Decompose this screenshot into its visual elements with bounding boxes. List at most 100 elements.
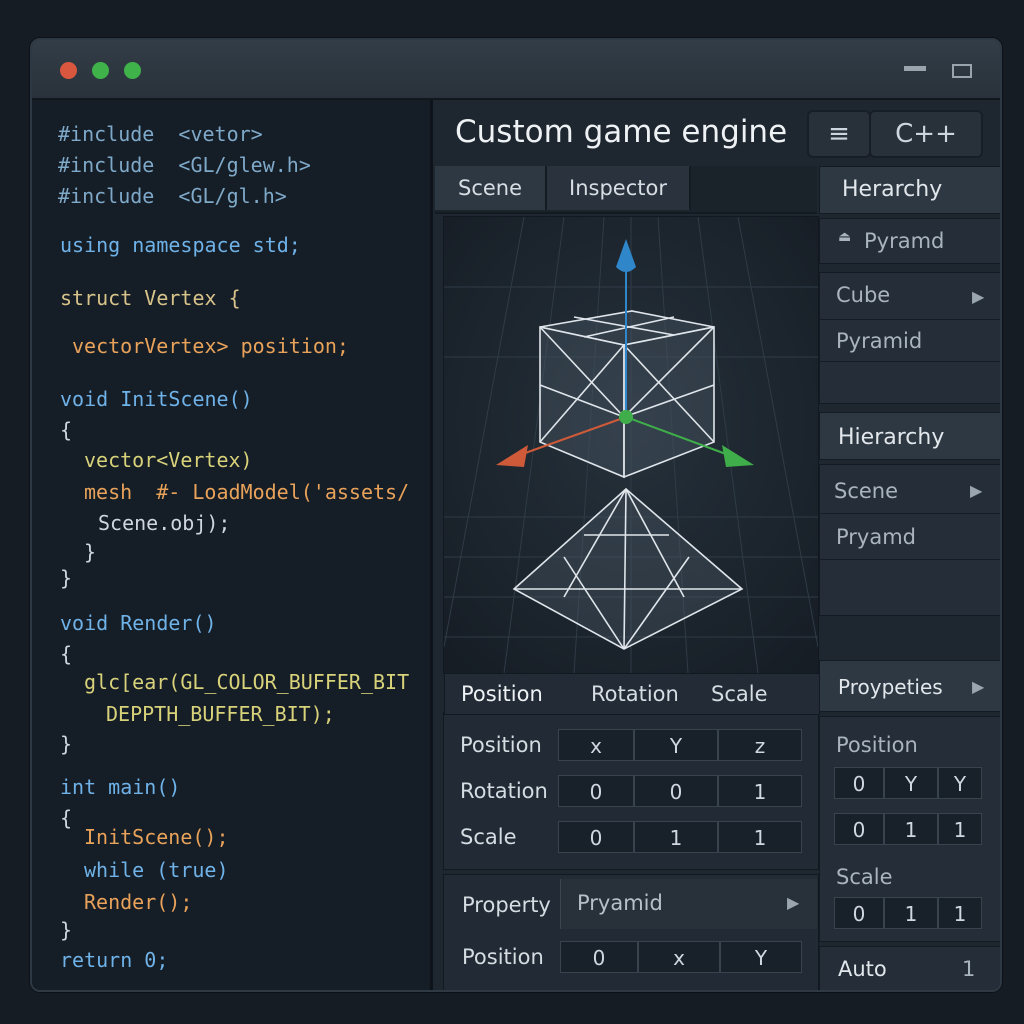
- code-line: {: [60, 806, 73, 830]
- close-window-button[interactable]: [60, 62, 77, 79]
- prop-position-field[interactable]: Y: [720, 941, 802, 973]
- code-line: struct Vertex {: [60, 286, 241, 310]
- maximize-icon[interactable]: [952, 64, 972, 78]
- code-editor[interactable]: #include <vetor> #include <GL/glew.h> #i…: [32, 100, 433, 990]
- sidebar-position-label: Position: [836, 733, 918, 757]
- code-line: {: [60, 642, 73, 666]
- code-line: }: [84, 540, 97, 564]
- tab-inspector[interactable]: Inspector: [547, 166, 691, 210]
- sidebar-field[interactable]: 1: [938, 813, 982, 845]
- rotation-x-field[interactable]: 0: [558, 775, 634, 807]
- sidebar-field[interactable]: 1: [938, 897, 982, 929]
- list-item-pyramid-2[interactable]: Pryamd: [836, 525, 916, 549]
- property-panel: Property Pryamid ▶ Position 0 x Y: [443, 874, 819, 990]
- chevron-right-icon: ▶: [972, 677, 985, 696]
- code-line: {: [60, 418, 73, 442]
- property-label: Property: [462, 893, 551, 917]
- hierarchy-root-label: Pyramd: [864, 229, 945, 253]
- code-line: void InitScene(): [60, 387, 253, 411]
- rotation-z-field[interactable]: 1: [718, 775, 802, 807]
- chevron-right-icon[interactable]: ▶: [972, 287, 984, 306]
- code-line: #include <GL/gl.h>: [58, 184, 287, 208]
- code-line: using namespace std;: [60, 233, 301, 257]
- page-title: Custom game engine: [455, 114, 788, 150]
- code-line: vector<Vertex): [84, 448, 253, 472]
- chevron-right-icon: ▶: [787, 893, 800, 912]
- code-line: glc[ear(GL_COLOR_BUFFER_BIT: [84, 670, 410, 694]
- code-line: DEPPTH_BUFFER_BIT);: [106, 702, 335, 726]
- sidebar-field[interactable]: 0: [834, 767, 884, 799]
- code-line: vectorVertex> position;: [72, 334, 349, 358]
- code-line: while (true): [84, 858, 229, 882]
- editor-window: #include <vetor> #include <GL/glew.h> #i…: [30, 38, 1002, 992]
- code-line: #include <vetor>: [58, 122, 263, 146]
- scene-canvas[interactable]: [444, 217, 818, 673]
- code-line: return 0;: [60, 948, 169, 972]
- sidebar-scale-label: Scale: [836, 865, 893, 889]
- tab-scale[interactable]: Scale: [711, 682, 768, 706]
- code-line: Scene.obj);: [98, 511, 231, 535]
- hierarchy-title-2: Hierarchy: [838, 425, 945, 450]
- rotation-y-field[interactable]: 0: [634, 775, 718, 807]
- sidebar-field[interactable]: 0: [834, 813, 884, 845]
- code-line: Render();: [84, 890, 193, 914]
- sidebar-field[interactable]: 1: [884, 897, 938, 929]
- properties-header[interactable]: Proypeties ▶: [819, 660, 1000, 712]
- tab-rotation[interactable]: Rotation: [591, 682, 679, 706]
- auto-row[interactable]: Auto 1: [819, 946, 1000, 990]
- tab-position[interactable]: Position: [461, 682, 543, 706]
- code-line: mesh #- LoadModel('assets/: [84, 480, 410, 504]
- scale-y-field[interactable]: 1: [634, 821, 718, 853]
- property-dropdown[interactable]: Pryamid ▶: [560, 879, 817, 929]
- menu-button[interactable]: ≡: [807, 110, 871, 158]
- row-label: Rotation: [460, 779, 548, 803]
- object-icon: ⏏: [838, 229, 852, 245]
- row-label: Position: [460, 733, 542, 757]
- prop-position-field[interactable]: x: [638, 941, 720, 973]
- tab-bar: Scene Inspector: [435, 166, 817, 214]
- properties-panel: Position 0 Y Y 0 1 1 Scale 0 1 1: [819, 716, 1000, 942]
- chevron-right-icon[interactable]: ▶: [970, 481, 982, 500]
- property-value: Pryamid: [577, 891, 663, 915]
- position-y-field[interactable]: Y: [634, 729, 718, 761]
- code-line: }: [60, 732, 73, 756]
- list-item-pyramid[interactable]: Pyramid: [836, 329, 922, 353]
- hierarchy-root[interactable]: ⏏ Pyramd: [819, 218, 1000, 264]
- zoom-window-button[interactable]: [124, 62, 141, 79]
- auto-label: Auto: [838, 957, 887, 981]
- row-label: Scale: [460, 825, 517, 849]
- scene-list: Scene ▶ Pryamd: [819, 464, 1000, 616]
- tab-scene[interactable]: Scene: [435, 166, 547, 210]
- scale-x-field[interactable]: 0: [558, 821, 634, 853]
- code-line: }: [60, 918, 73, 942]
- scene-viewport[interactable]: [443, 216, 819, 674]
- sidebar-field[interactable]: 1: [884, 813, 938, 845]
- minimize-icon[interactable]: [904, 66, 926, 71]
- language-selector[interactable]: C++: [869, 110, 983, 158]
- position-z-field[interactable]: z: [718, 729, 802, 761]
- menu-icon: ≡: [828, 119, 850, 149]
- code-line: int main(): [60, 775, 181, 799]
- sidebar-field[interactable]: Y: [884, 767, 938, 799]
- minimize-window-button[interactable]: [92, 62, 109, 79]
- position-x-field[interactable]: x: [558, 729, 634, 761]
- transform-tab-bar: Position Rotation Scale: [444, 673, 820, 715]
- code-line: InitScene();: [84, 825, 229, 849]
- code-line: }: [60, 566, 73, 590]
- scale-z-field[interactable]: 1: [718, 821, 802, 853]
- hierarchy-header: Herarchy: [819, 166, 1000, 214]
- code-line: void Render(): [60, 611, 217, 635]
- list-item-scene[interactable]: Scene: [834, 479, 898, 503]
- sidebar-field[interactable]: 0: [834, 897, 884, 929]
- title-bar: [32, 40, 1000, 100]
- auto-value: 1: [962, 957, 976, 981]
- engine-panel: Custom game engine ≡ C++ Scene Inspector: [433, 100, 1000, 990]
- gizmo-center[interactable]: [619, 410, 633, 424]
- transform-panel: Position Rotation Scale Position x Y z R…: [443, 673, 820, 870]
- properties-title: Proypeties: [838, 675, 943, 699]
- hierarchy-header-2: Hierarchy: [819, 412, 1000, 460]
- list-item-cube[interactable]: Cube: [836, 283, 890, 307]
- prop-position-field[interactable]: 0: [560, 941, 638, 973]
- sidebar-field[interactable]: Y: [938, 767, 982, 799]
- code-line: #include <GL/glew.h>: [58, 153, 311, 177]
